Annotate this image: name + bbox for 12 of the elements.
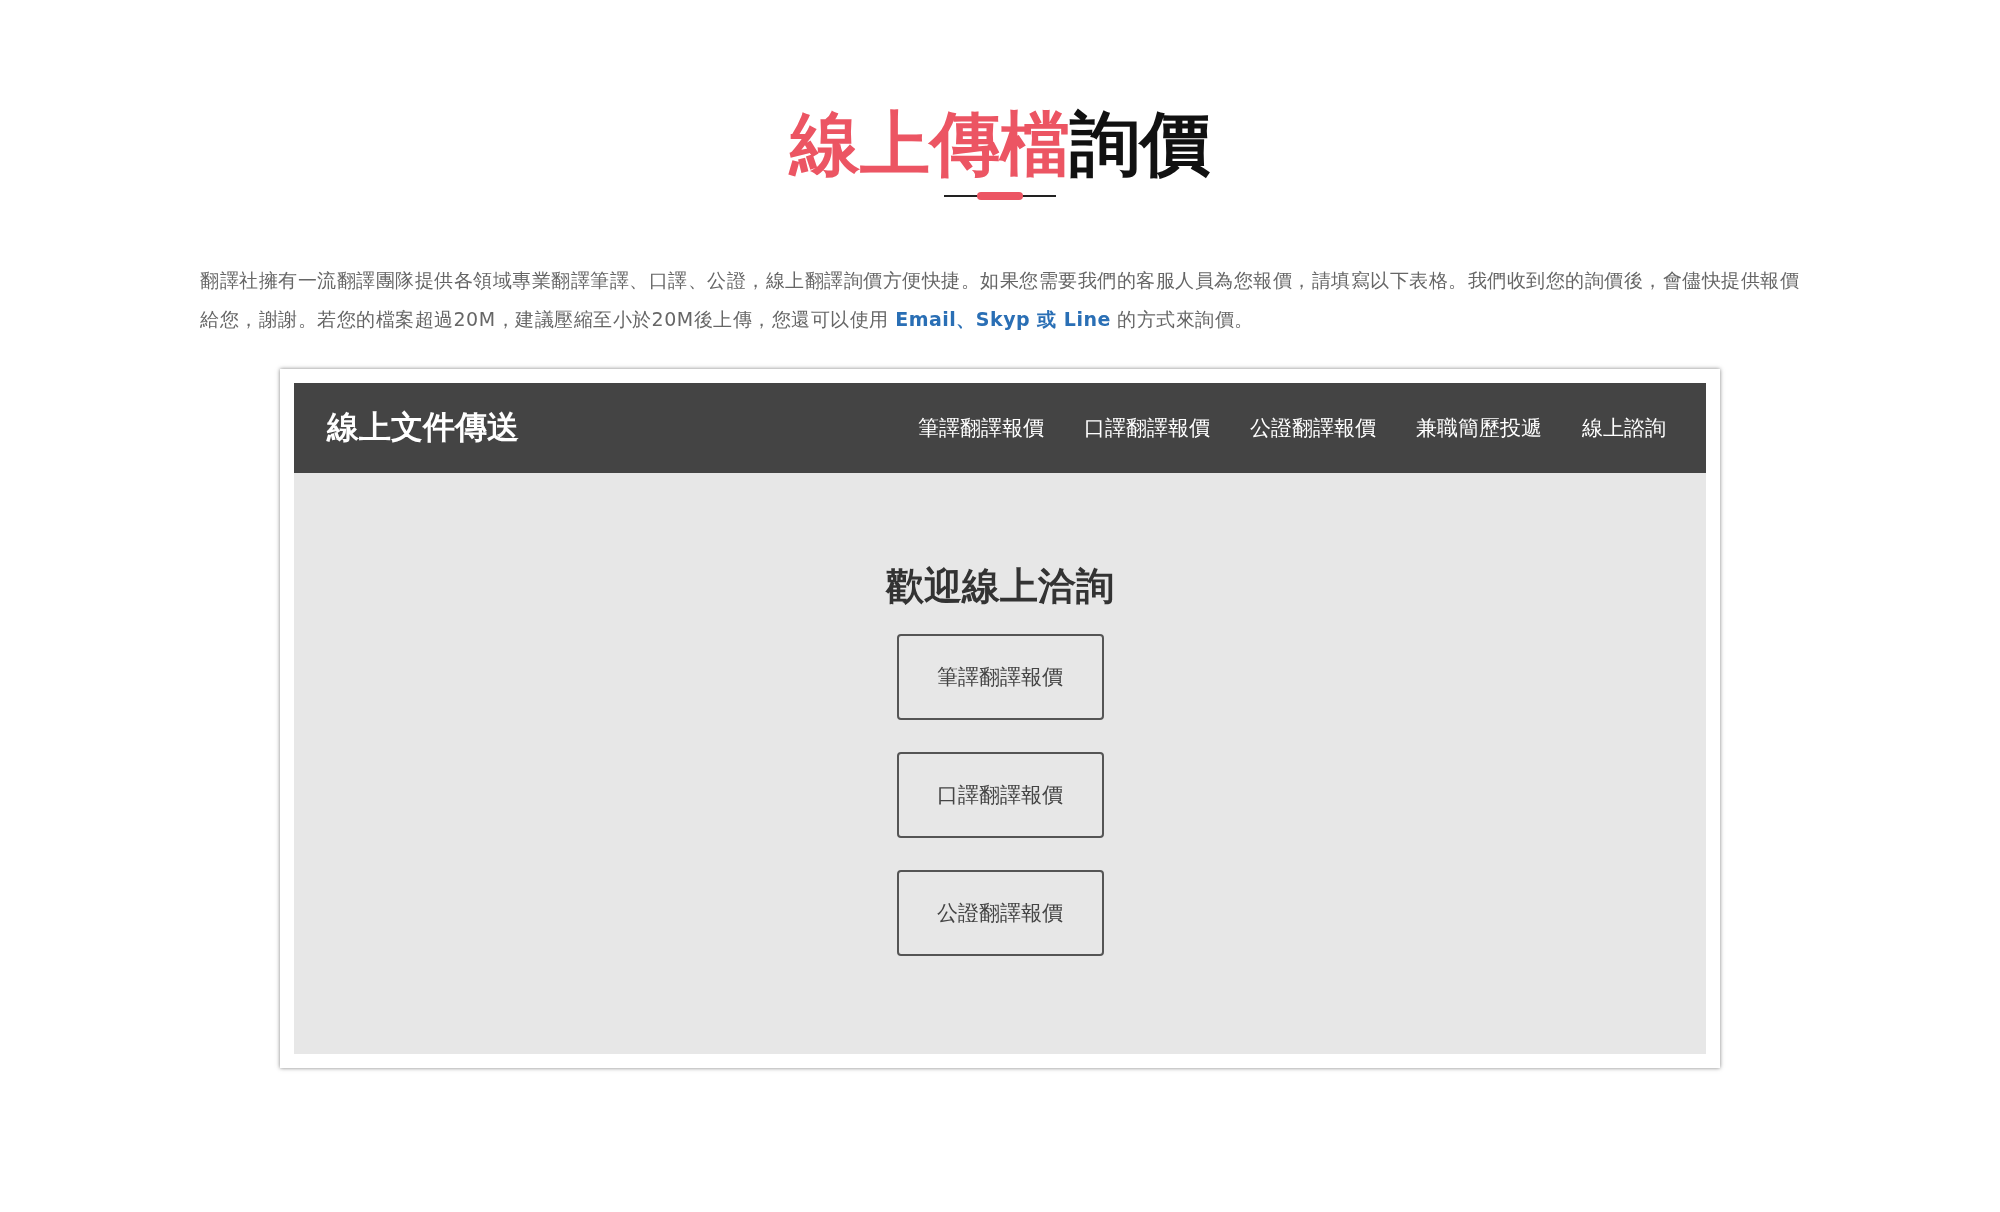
brand-title: 線上文件傳送 <box>327 407 519 448</box>
intro-paragraph: 翻譯社擁有一流翻譯團隊提供各領域專業翻譯筆譯、口譯、公證，線上翻譯詢價方便快捷。如果您需要我們的客服人員為您報價，請填寫以下表格。我們收到您的詢價後，會儘快提供報價給您，謝謝。若您的檔案超過20M，建議壓縮至小於20M後上傳，您還可以使用 Email、Skyp 或 Line 的方式來詢價。 <box>200 268 1800 332</box>
nav-link[interactable]: 線上諮詢 <box>1582 414 1666 442</box>
nav-link[interactable]: 兼職簡歷投遞 <box>1416 414 1542 442</box>
welcome-heading: 歡迎線上洽詢 <box>886 563 1114 610</box>
quote-button[interactable]: 筆譯翻譯報價 <box>896 634 1104 720</box>
nav-link[interactable]: 口譯翻譯報價 <box>1084 414 1210 442</box>
page-title: 線上傳檔詢價 <box>790 106 1210 183</box>
nav-link[interactable]: 公證翻譯報價 <box>1250 414 1376 442</box>
quote-button[interactable]: 口譯翻譯報價 <box>896 752 1104 838</box>
quote-button[interactable]: 公證翻譯報價 <box>896 870 1104 956</box>
nav-link[interactable]: 筆譯翻譯報價 <box>918 414 1044 442</box>
